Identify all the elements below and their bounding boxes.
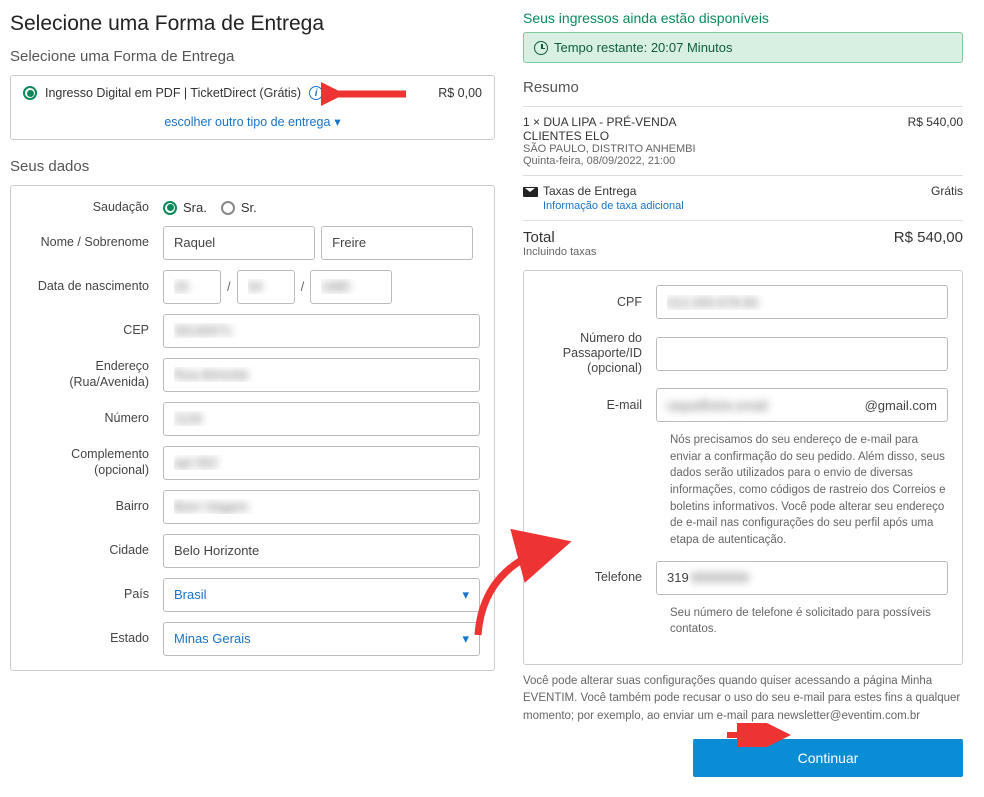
complemento-input[interactable] <box>163 446 480 480</box>
email-domain: @gmail.com <box>865 398 947 413</box>
radio-sr[interactable] <box>221 201 235 215</box>
fees-info-link[interactable]: Informação de taxa adicional <box>543 200 963 212</box>
summary-item-venue: SÃO PAULO, DISTRITO ANHEMBI <box>523 143 703 155</box>
phone-helper-text: Seu número de telefone é solicitado para… <box>670 605 948 638</box>
fees-value: Grátis <box>931 184 963 198</box>
estado-select[interactable]: Minas Gerais▾ <box>163 622 480 656</box>
bairro-input[interactable] <box>163 490 480 524</box>
address-input[interactable] <box>163 358 480 392</box>
label-bairro: Bairro <box>25 499 163 515</box>
radio-sr-label: Sr. <box>241 200 257 215</box>
birth-month-input[interactable] <box>237 270 295 304</box>
label-cpf: CPF <box>538 295 656 310</box>
radio-selected-icon[interactable] <box>23 86 37 100</box>
birth-day-input[interactable] <box>163 270 221 304</box>
label-complemento: Complemento (opcional) <box>25 447 163 478</box>
label-pais: País <box>25 587 163 603</box>
label-telefone: Telefone <box>538 570 656 585</box>
label-cep: CEP <box>25 323 163 339</box>
availability-message: Seus ingressos ainda estão disponíveis <box>523 10 963 26</box>
page-title: Selecione uma Forma de Entrega <box>10 12 495 36</box>
email-input[interactable]: raquelfreire.email @gmail.com <box>656 388 948 422</box>
radio-sra-label: Sra. <box>183 200 207 215</box>
email-helper-text: Nós precisamos do seu endereço de e-mail… <box>670 432 948 549</box>
label-estado: Estado <box>25 631 163 647</box>
chevron-down-icon: ▾ <box>334 114 340 129</box>
delivery-option-label: Ingresso Digital em PDF | TicketDirect (… <box>45 86 301 100</box>
divider <box>523 175 963 176</box>
info-icon[interactable]: i <box>309 86 323 100</box>
continue-button[interactable]: Continuar <box>693 739 963 777</box>
cidade-input[interactable] <box>163 534 480 568</box>
birth-year-input[interactable] <box>310 270 392 304</box>
first-name-input[interactable] <box>163 226 315 260</box>
label-saudacao: Saudação <box>25 200 163 216</box>
numero-input[interactable] <box>163 402 480 436</box>
personal-data-section-title: Seus dados <box>10 158 495 175</box>
right-form-card: CPF Número do Passaporte/ID (opcional) E… <box>523 270 963 665</box>
delivery-section-title: Selecione uma Forma de Entrega <box>10 48 495 65</box>
delivery-card: Ingresso Digital em PDF | TicketDirect (… <box>10 75 495 140</box>
choose-other-delivery-link[interactable]: escolher outro tipo de entrega▾ <box>23 108 482 129</box>
timer-value: 20:07 Minutos <box>651 40 733 55</box>
label-passport: Número do Passaporte/ID (opcional) <box>538 331 656 376</box>
personal-data-card: Saudação Sra. Sr. Nome / Sobrenome <box>10 185 495 671</box>
summary-item-title: 1 × DUA LIPA - PRÉ-VENDA CLIENTES ELO <box>523 115 703 143</box>
clock-icon <box>534 41 548 55</box>
chevron-down-icon: ▾ <box>462 631 469 647</box>
phone-input[interactable]: 319 99999999 <box>656 561 948 595</box>
last-name-input[interactable] <box>321 226 473 260</box>
passport-input[interactable] <box>656 337 948 371</box>
radio-sra[interactable] <box>163 201 177 215</box>
chevron-down-icon: ▾ <box>462 587 469 603</box>
date-sep: / <box>301 279 305 294</box>
total-label: Total <box>523 229 555 246</box>
label-numero: Número <box>25 411 163 427</box>
fees-label: Taxas de Entrega <box>543 184 636 198</box>
pais-select[interactable]: Brasil▾ <box>163 578 480 612</box>
timer-box: Tempo restante: 20:07 Minutos <box>523 32 963 63</box>
disclaimer-text: Você pode alterar suas configurações qua… <box>523 673 963 725</box>
label-endereco: Endereço (Rua/Avenida) <box>25 359 163 390</box>
total-note: Incluindo taxas <box>523 246 963 258</box>
total-value: R$ 540,00 <box>894 229 963 246</box>
summary-item-date: Quinta-feira, 08/09/2022, 21:00 <box>523 155 703 167</box>
summary-item-price: R$ 540,00 <box>908 115 963 167</box>
divider <box>523 220 963 221</box>
date-sep: / <box>227 279 231 294</box>
cpf-input[interactable] <box>656 285 948 319</box>
label-nascimento: Data de nascimento <box>25 279 163 295</box>
label-cidade: Cidade <box>25 543 163 559</box>
label-email: E-mail <box>538 398 656 413</box>
summary-title: Resumo <box>523 79 963 96</box>
divider <box>523 106 963 107</box>
label-nome: Nome / Sobrenome <box>25 235 163 251</box>
cep-input[interactable] <box>163 314 480 348</box>
delivery-option-price: R$ 0,00 <box>438 86 482 100</box>
mail-icon <box>523 187 538 197</box>
